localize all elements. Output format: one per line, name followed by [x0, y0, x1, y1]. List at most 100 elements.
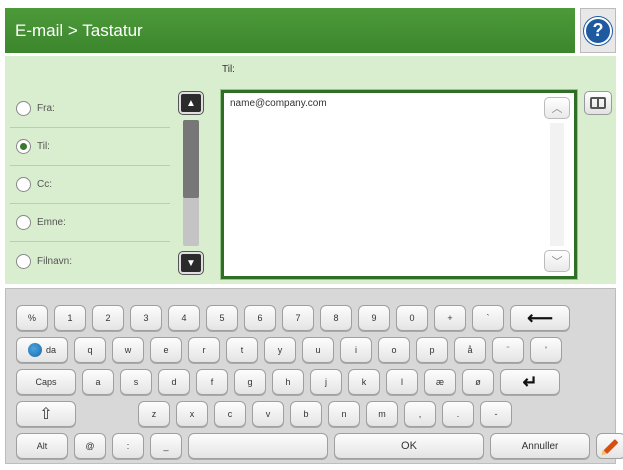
radio-to[interactable]: [16, 139, 31, 154]
field-list-scrollbar[interactable]: ▲ ▼: [178, 92, 204, 274]
backspace-icon: ⟵: [527, 307, 553, 328]
key[interactable]: w: [112, 337, 144, 363]
key[interactable]: ø: [462, 369, 494, 395]
to-value: name@company.com: [230, 98, 327, 109]
chevron-up-icon[interactable]: ︿: [544, 97, 570, 119]
key[interactable]: 1: [54, 305, 86, 331]
at-key[interactable]: @: [74, 433, 106, 459]
header-bar: E-mail > Tastatur: [5, 8, 575, 53]
field-item-from[interactable]: Fra:: [10, 90, 170, 128]
key[interactable]: h: [272, 369, 304, 395]
language-key[interactable]: da: [16, 337, 68, 363]
key[interactable]: u: [302, 337, 334, 363]
help-button[interactable]: ?: [580, 8, 616, 53]
key[interactable]: n: [328, 401, 360, 427]
backspace-key[interactable]: ⟵: [510, 305, 570, 331]
key[interactable]: a: [82, 369, 114, 395]
page-title: E-mail > Tastatur: [15, 21, 143, 40]
edit-button[interactable]: [596, 433, 623, 459]
key[interactable]: -: [480, 401, 512, 427]
key[interactable]: æ: [424, 369, 456, 395]
field-item-filename[interactable]: Filnavn:: [10, 242, 170, 280]
to-text-area[interactable]: name@company.com ︿ ﹀: [221, 90, 577, 279]
field-item-to[interactable]: Til:: [10, 128, 170, 166]
chevron-down-icon[interactable]: ﹀: [544, 250, 570, 272]
text-area-scrollbar[interactable]: ︿ ﹀: [544, 97, 570, 272]
enter-key[interactable]: ↵: [500, 369, 560, 395]
cancel-button[interactable]: Annuller: [490, 433, 590, 459]
key[interactable]: z: [138, 401, 170, 427]
key[interactable]: y: [264, 337, 296, 363]
radio-from[interactable]: [16, 101, 31, 116]
key[interactable]: g: [234, 369, 266, 395]
key[interactable]: i: [340, 337, 372, 363]
keyboard-row-5: Alt @ : _ OK Annuller: [16, 433, 623, 459]
keyboard-spacer: [82, 401, 132, 427]
key[interactable]: å: [454, 337, 486, 363]
shift-key[interactable]: ⇧: [16, 401, 76, 427]
key[interactable]: 7: [282, 305, 314, 331]
radio-cc[interactable]: [16, 177, 31, 192]
key[interactable]: ': [530, 337, 562, 363]
field-label-to: Til:: [37, 141, 50, 152]
key[interactable]: 5: [206, 305, 238, 331]
key[interactable]: 0: [396, 305, 428, 331]
text-area-scroll-track[interactable]: [550, 123, 564, 246]
scroll-track[interactable]: [183, 120, 199, 246]
address-book-icon: [590, 97, 606, 109]
key[interactable]: v: [252, 401, 284, 427]
key[interactable]: x: [176, 401, 208, 427]
key[interactable]: +: [434, 305, 466, 331]
key[interactable]: e: [150, 337, 182, 363]
key[interactable]: p: [416, 337, 448, 363]
key[interactable]: t: [226, 337, 258, 363]
field-item-subject[interactable]: Emne:: [10, 204, 170, 242]
ok-button[interactable]: OK: [334, 433, 484, 459]
key[interactable]: q: [74, 337, 106, 363]
key[interactable]: %: [16, 305, 48, 331]
key[interactable]: 8: [320, 305, 352, 331]
field-list: Fra: Til: Cc: Emne: Filnavn:: [10, 90, 170, 280]
key[interactable]: f: [196, 369, 228, 395]
key[interactable]: 4: [168, 305, 200, 331]
underscore-key[interactable]: _: [150, 433, 182, 459]
alt-key[interactable]: Alt: [16, 433, 68, 459]
key[interactable]: m: [366, 401, 398, 427]
key[interactable]: b: [290, 401, 322, 427]
field-label-from: Fra:: [37, 103, 55, 114]
key[interactable]: 6: [244, 305, 276, 331]
key[interactable]: d: [158, 369, 190, 395]
key[interactable]: ,: [404, 401, 436, 427]
key[interactable]: `: [472, 305, 504, 331]
key[interactable]: 2: [92, 305, 124, 331]
keyboard-row-1: % 1 2 3 4 5 6 7 8 9 0 + ` ⟵: [16, 305, 570, 331]
enter-icon: ↵: [522, 371, 538, 392]
key[interactable]: j: [310, 369, 342, 395]
keyboard-row-2: da q w e r t y u i o p å ¨ ': [16, 337, 562, 363]
key[interactable]: r: [188, 337, 220, 363]
key[interactable]: 9: [358, 305, 390, 331]
colon-key[interactable]: :: [112, 433, 144, 459]
field-item-cc[interactable]: Cc:: [10, 166, 170, 204]
key[interactable]: c: [214, 401, 246, 427]
chevron-up-icon[interactable]: ▲: [179, 92, 203, 114]
field-label-subject: Emne:: [37, 217, 66, 228]
radio-filename[interactable]: [16, 253, 31, 269]
globe-icon: [27, 343, 42, 357]
help-icon: ?: [584, 16, 612, 45]
scroll-thumb[interactable]: [183, 120, 199, 198]
keyboard-row-4: ⇧ z x c v b n m , . -: [16, 401, 512, 427]
key[interactable]: k: [348, 369, 380, 395]
key[interactable]: ¨: [492, 337, 524, 363]
on-screen-keyboard: % 1 2 3 4 5 6 7 8 9 0 + ` ⟵ da q w e r t…: [5, 288, 623, 464]
key[interactable]: 3: [130, 305, 162, 331]
caps-key[interactable]: Caps: [16, 369, 76, 395]
key[interactable]: .: [442, 401, 474, 427]
radio-subject[interactable]: [16, 215, 31, 230]
key[interactable]: o: [378, 337, 410, 363]
key[interactable]: l: [386, 369, 418, 395]
space-key[interactable]: [188, 433, 328, 459]
key[interactable]: s: [120, 369, 152, 395]
chevron-down-icon[interactable]: ▼: [179, 252, 203, 274]
address-book-button[interactable]: [584, 91, 612, 115]
